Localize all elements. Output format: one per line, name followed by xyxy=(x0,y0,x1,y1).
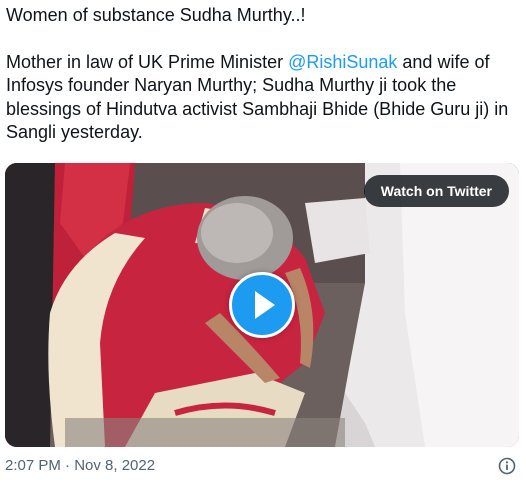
play-icon xyxy=(255,291,275,319)
play-button[interactable] xyxy=(229,272,295,338)
tweet-timestamp[interactable]: 2:07 PM · Nov 8, 2022 xyxy=(5,457,155,474)
watch-on-twitter-button[interactable]: Watch on Twitter xyxy=(363,175,509,207)
tweet-paragraph: Mother in law of UK Prime Minister @Rish… xyxy=(6,51,521,145)
video-media[interactable]: Watch on Twitter xyxy=(5,163,519,447)
tweet-text: Women of substance Sudha Murthy..! Mothe… xyxy=(6,4,521,145)
mention-link[interactable]: @RishiSunak xyxy=(288,52,397,72)
tweet-headline: Women of substance Sudha Murthy..! xyxy=(6,5,306,25)
info-icon[interactable] xyxy=(498,457,516,475)
tweet-text-part: Mother in law of UK Prime Minister xyxy=(6,51,289,72)
